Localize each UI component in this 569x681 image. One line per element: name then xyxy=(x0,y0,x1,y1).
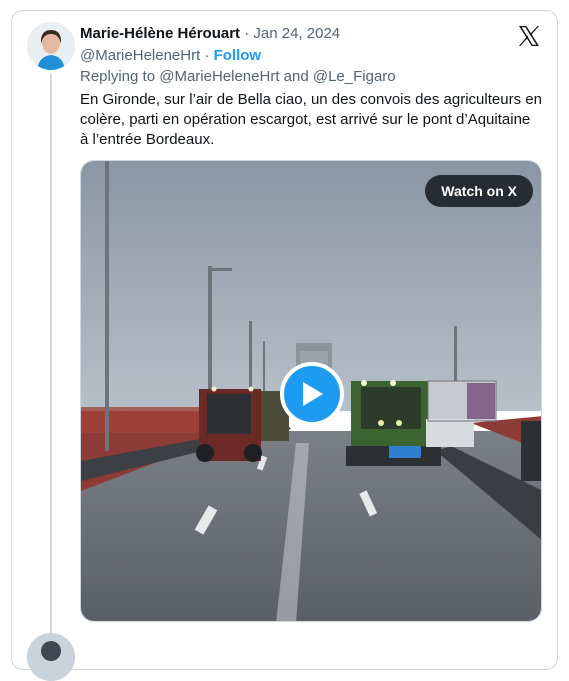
next-reply-avatar[interactable] xyxy=(27,633,75,681)
reply-user-1[interactable]: @MarieHeleneHrt xyxy=(159,68,279,85)
tweet-header: Marie-Hélène Hérouart · Jan 24, 2024 xyxy=(80,24,340,44)
thread-line xyxy=(50,74,52,644)
author-handle[interactable]: @MarieHeleneHrt xyxy=(80,47,200,64)
play-icon xyxy=(303,382,323,406)
avatar-image xyxy=(27,22,75,70)
reply-and: and xyxy=(279,68,313,85)
tweet-text: En Gironde, sur l’air de Bella ciao, un … xyxy=(80,91,542,148)
x-logo-icon[interactable] xyxy=(517,24,541,48)
play-button[interactable] xyxy=(280,362,344,426)
handle-separator: · xyxy=(200,47,214,64)
reply-user-2[interactable]: @Le_Figaro xyxy=(313,68,396,85)
avatar[interactable] xyxy=(27,22,75,70)
tweet-date[interactable]: Jan 24, 2024 xyxy=(253,25,340,42)
avatar-image xyxy=(27,633,75,681)
author-name[interactable]: Marie-Hélène Hérouart xyxy=(80,25,240,42)
video-player[interactable]: Watch on X xyxy=(80,160,542,622)
reply-prefix: Replying to xyxy=(80,68,160,85)
watch-on-x-button[interactable]: Watch on X xyxy=(425,175,533,207)
handle-row: @MarieHeleneHrt · Follow xyxy=(80,46,261,66)
replying-to: Replying to @MarieHeleneHrt and @Le_Figa… xyxy=(80,67,396,87)
follow-button[interactable]: Follow xyxy=(214,47,262,64)
header-separator: · xyxy=(240,25,254,42)
